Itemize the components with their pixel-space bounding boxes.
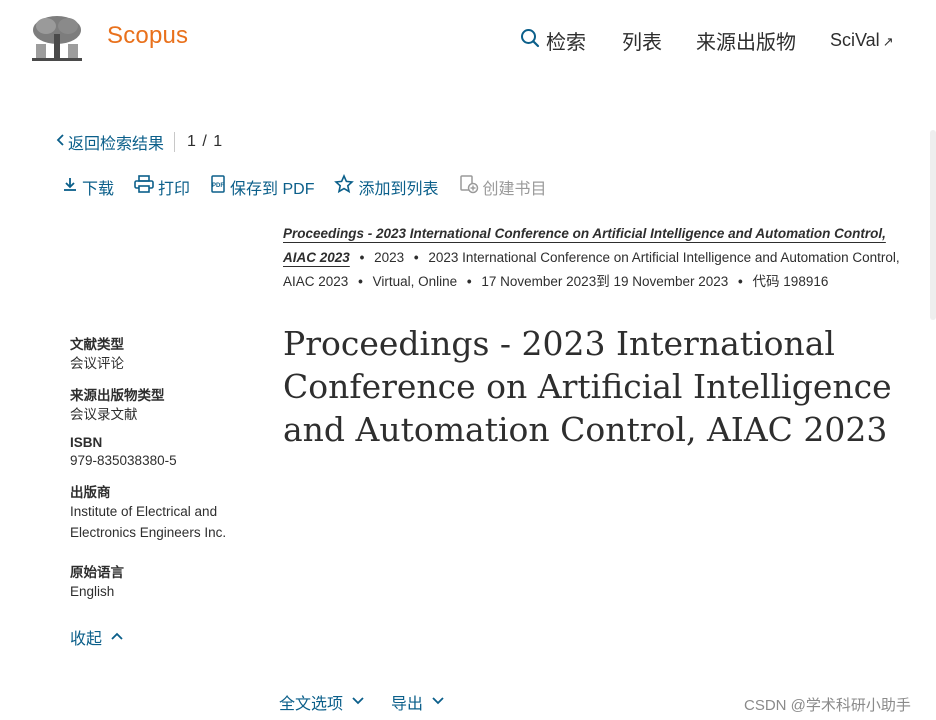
language-value: English [70,584,115,599]
separator-dot: • [466,274,472,289]
printer-icon [134,175,154,198]
export-dropdown[interactable]: 导出 [391,690,445,714]
isbn-value: 979-835038380-5 [70,453,177,468]
vertical-scrollbar[interactable] [930,130,936,320]
back-to-results-label: 返回检索结果 [68,136,165,153]
document-actions-toolbar: 下载 打印 PDF 保存到 PDF 添加到列表 创建书目 [62,174,567,199]
isbn-label: ISBN [70,435,103,450]
publisher-value-line1: Institute of Electrical and [70,504,218,519]
full-text-options-label: 全文选项 [279,696,344,713]
external-link-icon: ↗ [882,34,894,49]
language-label: 原始语言 [70,565,124,580]
source-type-value: 会议录文献 [70,407,138,422]
result-pager: 1 / 1 [187,133,224,150]
elsevier-logo[interactable] [28,14,86,66]
document-type-label: 文献类型 [70,337,124,352]
save-pdf-label: 保存到 PDF [230,180,315,198]
collapse-metadata-button[interactable]: 收起 [70,625,124,649]
document-type-value: 会议评论 [70,356,124,371]
divider [174,132,176,152]
print-button[interactable]: 打印 [134,175,190,199]
publisher-value-line2: Electronics Engineers Inc. [70,525,227,540]
download-label: 下载 [82,180,115,198]
results-navigation: 返回检索结果 1 / 1 [56,130,223,154]
conference-dates: 17 November 2023到 19 November 2023 [481,274,729,289]
create-bibliography-label: 创建书目 [482,180,547,198]
nav-scival[interactable]: SciVal ↗ [830,30,894,51]
chevron-up-icon [110,628,124,646]
star-icon [334,174,355,199]
full-text-options-dropdown[interactable]: 全文选项 [279,690,365,714]
conference-location: Virtual, Online [372,274,458,289]
back-to-results-link[interactable]: 返回检索结果 [56,130,164,154]
source-year: 2023 [374,250,405,265]
bibliography-icon [459,174,479,199]
search-icon [520,28,540,54]
scopus-logo-text[interactable]: Scopus [107,22,188,50]
watermark: CSDN @学术科研小助手 [744,697,911,714]
svg-text:PDF: PDF [212,183,224,189]
separator-dot: • [358,274,363,289]
download-button[interactable]: 下载 [62,175,114,199]
separator-dot: • [359,250,365,265]
export-label: 导出 [391,696,424,713]
chevron-down-icon [351,693,365,711]
nav-search-label: 检索 [546,32,586,54]
create-bibliography-button[interactable]: 创建书目 [459,174,547,199]
save-pdf-button[interactable]: PDF 保存到 PDF [210,175,314,199]
add-to-list-label: 添加到列表 [358,180,439,198]
collapse-label: 收起 [70,631,103,648]
document-title: Proceedings - 2023 International Confere… [283,324,892,449]
separator-dot: • [413,250,419,265]
nav-lists[interactable]: 列表 [622,26,662,55]
separator-dot: • [738,274,743,289]
top-header: Scopus 检索 列表 来源出版物 SciVal ↗ [0,0,936,80]
nav-scival-label: SciVal [830,30,880,50]
chevron-down-icon [431,693,445,711]
download-icon [62,176,78,197]
add-to-list-button[interactable]: 添加到列表 [334,174,439,199]
chevron-left-icon [56,133,66,152]
document-metadata: 文献类型 会议评论 来源出版物类型 会议录文献 ISBN 979-8350383… [70,333,240,602]
print-label: 打印 [158,180,191,198]
source-type-label: 来源出版物类型 [70,388,165,403]
nav-search[interactable]: 检索 [520,26,586,55]
publisher-label: 出版商 [70,485,111,500]
nav-sources[interactable]: 来源出版物 [696,26,796,55]
conference-code: 代码 198916 [752,274,829,289]
pdf-icon: PDF [210,175,226,198]
source-info: Proceedings - 2023 International Confere… [283,222,905,294]
